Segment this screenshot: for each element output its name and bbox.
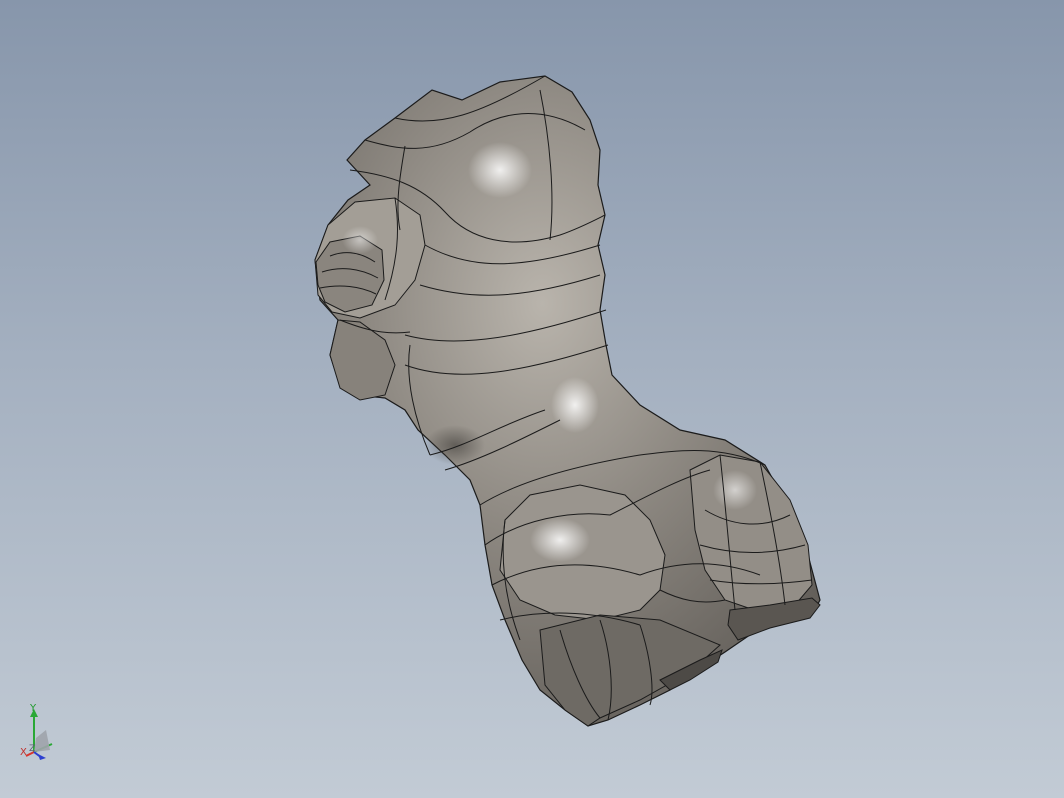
triad-z-label: Z (29, 744, 36, 754)
torso-model[interactable] (0, 0, 1064, 798)
graphics-viewport[interactable]: Y Z X (0, 0, 1064, 798)
triad-y-label: Y (30, 703, 37, 714)
chest-highlight (342, 226, 378, 254)
view-orientation-triad[interactable]: Y Z X (18, 702, 64, 764)
shoulder-highlight (468, 142, 532, 198)
glute-highlight (530, 518, 590, 562)
back-highlight (551, 377, 599, 433)
triad-x-label: X (20, 747, 27, 758)
glute-highlight-2 (713, 470, 757, 510)
